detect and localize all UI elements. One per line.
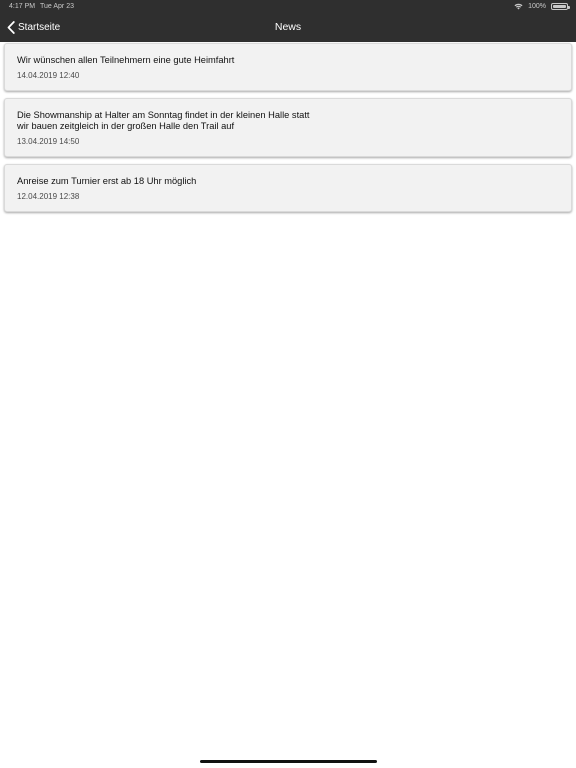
news-text: Die Showmanship at Halter am Sonntag fin…: [17, 110, 310, 131]
news-text: Wir wünschen allen Teilnehmern eine gute…: [17, 55, 235, 65]
news-date: 12.04.2019 12:38: [17, 192, 80, 201]
status-date: Tue Apr 23: [40, 3, 74, 10]
news-list: Wir wünschen allen Teilnehmern eine gute…: [4, 43, 572, 219]
battery-icon: [551, 3, 570, 10]
news-date: 13.04.2019 14:50: [17, 137, 80, 146]
status-time: 4:17 PM: [9, 3, 36, 10]
news-item[interactable]: Die Showmanship at Halter am Sonntag fin…: [4, 98, 572, 157]
home-indicator[interactable]: [200, 760, 377, 763]
battery-percent: 100%: [528, 3, 546, 10]
news-text: Anreise zum Turnier erst ab 18 Uhr mögli…: [17, 176, 197, 186]
page-title: News: [274, 21, 302, 33]
status-right: 100%: [514, 0, 570, 13]
news-item[interactable]: Wir wünschen allen Teilnehmern eine gute…: [4, 43, 572, 91]
wifi-icon: [514, 3, 523, 10]
navigation-bar: Startseite News: [0, 13, 576, 42]
news-item[interactable]: Anreise zum Turnier erst ab 18 Uhr mögli…: [4, 164, 572, 212]
news-date: 14.04.2019 12:40: [17, 71, 80, 80]
status-bar: 4:17 PM Tue Apr 23 100%: [0, 0, 576, 13]
